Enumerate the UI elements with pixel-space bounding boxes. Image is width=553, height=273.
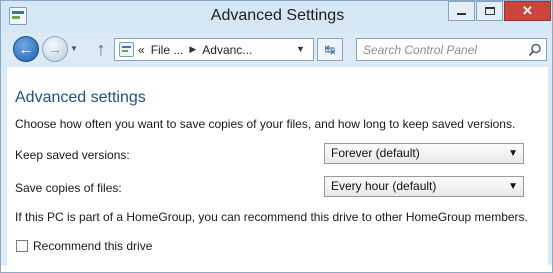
save-copies-value: Every hour (default) bbox=[331, 179, 437, 193]
close-button[interactable]: ✕ bbox=[504, 1, 551, 21]
forward-button[interactable]: → bbox=[42, 36, 68, 62]
up-button[interactable]: ↑ bbox=[91, 39, 111, 59]
recent-locations-button[interactable]: ▼ bbox=[70, 43, 80, 55]
advanced-settings-window: Advanced Settings ✕ ← → ▼ ↑ « File ... ▶… bbox=[0, 0, 553, 273]
title-bar: Advanced Settings ✕ bbox=[1, 1, 552, 33]
recommend-drive-checkbox[interactable] bbox=[16, 240, 28, 252]
control-panel-icon bbox=[119, 42, 134, 57]
search-icon[interactable] bbox=[528, 43, 542, 57]
torn-edge bbox=[1, 263, 552, 272]
minimize-icon bbox=[457, 13, 466, 15]
keep-versions-value: Forever (default) bbox=[331, 146, 420, 160]
settings-content: Advanced settings Choose how often you w… bbox=[7, 67, 548, 272]
breadcrumb-item-advanced[interactable]: Advanc... bbox=[202, 43, 252, 57]
save-copies-label: Save copies of files: bbox=[15, 181, 122, 195]
recommend-drive-label[interactable]: Recommend this drive bbox=[33, 239, 152, 253]
breadcrumb-item-file[interactable]: File ... bbox=[151, 43, 184, 57]
back-arrow-icon: ← bbox=[18, 40, 34, 58]
address-bar[interactable]: « File ... ▶ Advanc... ▼ bbox=[114, 38, 314, 61]
search-input[interactable] bbox=[363, 41, 523, 58]
chevron-right-icon[interactable]: ▶ bbox=[189, 44, 196, 55]
page-description: Choose how often you want to save copies… bbox=[15, 117, 516, 131]
chevron-down-icon: ▼ bbox=[508, 148, 518, 159]
address-dropdown-icon[interactable]: ▼ bbox=[296, 44, 305, 54]
homegroup-text: If this PC is part of a HomeGroup, you c… bbox=[15, 210, 528, 224]
refresh-icon: ↹ bbox=[324, 41, 336, 57]
search-box[interactable] bbox=[356, 38, 547, 61]
breadcrumb: « File ... ▶ Advanc... bbox=[138, 39, 252, 60]
up-arrow-icon: ↑ bbox=[96, 39, 106, 59]
save-copies-select[interactable]: Every hour (default) ▼ bbox=[324, 176, 524, 197]
page-title: Advanced settings bbox=[15, 89, 146, 106]
forward-arrow-icon: → bbox=[48, 41, 62, 57]
maximize-button[interactable] bbox=[476, 1, 503, 21]
minimize-button[interactable] bbox=[448, 1, 475, 21]
chevron-down-icon: ▼ bbox=[70, 44, 78, 53]
keep-versions-label: Keep saved versions: bbox=[15, 148, 130, 162]
refresh-button[interactable]: ↹ bbox=[317, 38, 343, 61]
chevron-down-icon: ▼ bbox=[508, 181, 518, 192]
close-icon: ✕ bbox=[522, 3, 533, 18]
maximize-icon bbox=[484, 7, 495, 15]
back-button[interactable]: ← bbox=[13, 36, 39, 62]
breadcrumb-overflow[interactable]: « bbox=[138, 43, 145, 57]
navigation-bar: ← → ▼ ↑ « File ... ▶ Advanc... ▼ ↹ bbox=[1, 33, 552, 67]
keep-versions-select[interactable]: Forever (default) ▼ bbox=[324, 143, 524, 164]
